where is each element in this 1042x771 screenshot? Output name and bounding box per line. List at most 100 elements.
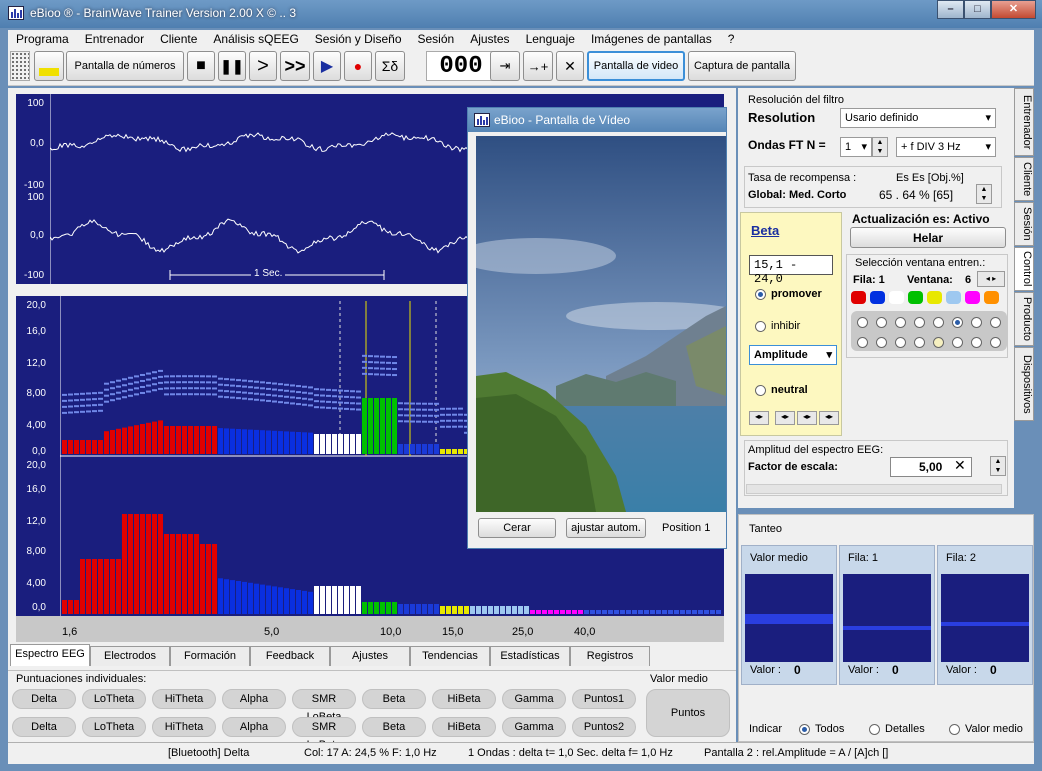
window-grid-cell[interactable]: [895, 337, 906, 348]
indicate-all-radio[interactable]: [799, 724, 810, 735]
play-icon[interactable]: >: [249, 51, 277, 81]
menu-analisis[interactable]: Análisis sQEEG: [213, 32, 298, 46]
score-button-gamma[interactable]: Gamma: [502, 717, 566, 737]
freeze-button[interactable]: Helar: [850, 227, 1006, 248]
side-tab-control[interactable]: Control: [1014, 247, 1034, 291]
score-button-hibeta[interactable]: HiBeta: [432, 717, 496, 737]
score-button-hitheta[interactable]: HiTheta: [152, 717, 216, 737]
neutral-radio[interactable]: [755, 385, 766, 396]
score-button-lotheta[interactable]: LoTheta: [82, 689, 146, 709]
tab-formacion[interactable]: Formación: [170, 646, 250, 666]
fdiv-select[interactable]: + f DIV 3 Hz: [896, 137, 996, 157]
close-window-button[interactable]: ✕: [991, 0, 1036, 19]
screen-capture-button[interactable]: Captura de pantalla: [688, 51, 796, 81]
menu-help[interactable]: ?: [728, 32, 735, 46]
window-grid-cell[interactable]: [914, 317, 925, 328]
add-icon[interactable]: →+: [523, 51, 553, 81]
band-mode-select[interactable]: Amplitude: [749, 345, 837, 365]
waves-spinner[interactable]: ▲ ▼: [872, 137, 888, 157]
score-button-hibeta[interactable]: HiBeta: [432, 689, 496, 709]
window-grid-cell[interactable]: [857, 337, 868, 348]
band-nav-mid1[interactable]: ◂▸: [775, 411, 795, 425]
color-chip[interactable]: [927, 291, 942, 304]
score-button-hitheta[interactable]: HiTheta: [152, 689, 216, 709]
window-grid-cell[interactable]: [990, 317, 1001, 328]
sigma-delta-button[interactable]: Σδ: [375, 51, 405, 81]
window-grid-cell[interactable]: [895, 317, 906, 328]
fast-forward-icon[interactable]: >>: [280, 51, 310, 81]
menu-entrenador[interactable]: Entrenador: [85, 32, 144, 46]
scale-spinner[interactable]: ▲ ▼: [990, 456, 1006, 476]
score-button-delta[interactable]: Delta: [12, 689, 76, 709]
score-button-alpha[interactable]: Alpha: [222, 717, 286, 737]
color-chip[interactable]: [870, 291, 885, 304]
color-chip[interactable]: [889, 291, 904, 304]
menu-lenguaje[interactable]: Lenguaje: [526, 32, 575, 46]
promote-radio[interactable]: [755, 289, 766, 300]
side-tab-cliente[interactable]: Cliente: [1014, 157, 1034, 201]
window-grid-cell[interactable]: [952, 317, 963, 328]
score-button-lotheta[interactable]: LoTheta: [82, 717, 146, 737]
side-tab-dispositivos[interactable]: Dispositivos: [1014, 347, 1034, 421]
band-nav-left[interactable]: ◂▸: [749, 411, 769, 425]
window-grid-cell[interactable]: [971, 337, 982, 348]
window-grid-cell[interactable]: [876, 317, 887, 328]
inhibit-radio[interactable]: [755, 321, 766, 332]
side-tab-producto[interactable]: Producto: [1014, 292, 1034, 346]
score-button-gamma[interactable]: Gamma: [502, 689, 566, 709]
window-grid-cell[interactable]: [857, 317, 868, 328]
tab-tendencias[interactable]: Tendencias: [410, 646, 490, 666]
tab-registros[interactable]: Registros: [570, 646, 650, 666]
window-grid-cell[interactable]: [990, 337, 1001, 348]
score-button-delta[interactable]: Delta: [12, 717, 76, 737]
score-button-smr-lobeta[interactable]: SMR LoBeta: [292, 689, 356, 723]
score-button-beta[interactable]: Beta: [362, 717, 426, 737]
indicate-details-radio[interactable]: [869, 724, 880, 735]
puntos-mean-button[interactable]: Puntos: [646, 689, 730, 737]
window-grid-cell[interactable]: [971, 317, 982, 328]
window-grid-cell[interactable]: [914, 337, 925, 348]
video-screen-button[interactable]: Pantalla de video: [587, 51, 685, 81]
color-chip[interactable]: [965, 291, 980, 304]
score-button-puntos2[interactable]: Puntos2: [572, 717, 636, 737]
clear-x-icon[interactable]: ✕: [954, 457, 966, 474]
window-spinner[interactable]: ◂ ▸: [977, 271, 1005, 287]
menu-cliente[interactable]: Cliente: [160, 32, 197, 46]
band-nav-mid2[interactable]: ◂▸: [797, 411, 817, 425]
color-chip[interactable]: [984, 291, 999, 304]
reward-spinner[interactable]: ▲ ▼: [976, 184, 992, 204]
color-chip[interactable]: [908, 291, 923, 304]
band-name[interactable]: Beta: [751, 223, 779, 238]
video-auto-adjust-button[interactable]: ajustar autom.: [566, 518, 646, 538]
menu-sesion[interactable]: Sesión: [418, 32, 455, 46]
numbers-screen-button[interactable]: Pantalla de números: [66, 51, 184, 81]
window-grid-cell[interactable]: [933, 337, 944, 348]
side-tab-entrenador[interactable]: Entrenador: [1014, 88, 1034, 156]
minimize-button[interactable]: –: [937, 0, 964, 19]
window-grid-cell[interactable]: [952, 337, 963, 348]
color-bar-button[interactable]: [34, 51, 64, 81]
menu-programa[interactable]: Programa: [16, 32, 69, 46]
waves-input[interactable]: 1: [840, 137, 872, 157]
record-icon[interactable]: ●: [344, 51, 372, 81]
window-grid-cell[interactable]: [876, 337, 887, 348]
tab-ajustes[interactable]: Ajustes: [330, 646, 410, 666]
run-icon[interactable]: ▶: [313, 51, 341, 81]
score-button-puntos1[interactable]: Puntos1: [572, 689, 636, 709]
score-button-alpha[interactable]: Alpha: [222, 689, 286, 709]
color-chip[interactable]: [851, 291, 866, 304]
menu-imagenes[interactable]: Imágenes de pantallas: [591, 32, 712, 46]
score-button-beta[interactable]: Beta: [362, 689, 426, 709]
menu-ajustes[interactable]: Ajustes: [470, 32, 509, 46]
band-range-input[interactable]: 15,1 - 24,0: [749, 255, 833, 286]
horizontal-scrollbar[interactable]: [746, 484, 1002, 494]
resolution-select[interactable]: Usario definido: [840, 108, 996, 128]
menu-sesion-diseno[interactable]: Sesión y Diseño: [315, 32, 402, 46]
import-icon[interactable]: ⇥: [490, 51, 520, 81]
indicate-mean-radio[interactable]: [949, 724, 960, 735]
stop-icon[interactable]: ■: [187, 51, 215, 81]
cancel-icon[interactable]: ✕: [556, 51, 584, 81]
tab-espectro-eeg[interactable]: Espectro EEG: [10, 644, 90, 666]
tab-electrodos[interactable]: Electrodos: [90, 646, 170, 666]
pause-icon[interactable]: ❚❚: [218, 51, 246, 81]
